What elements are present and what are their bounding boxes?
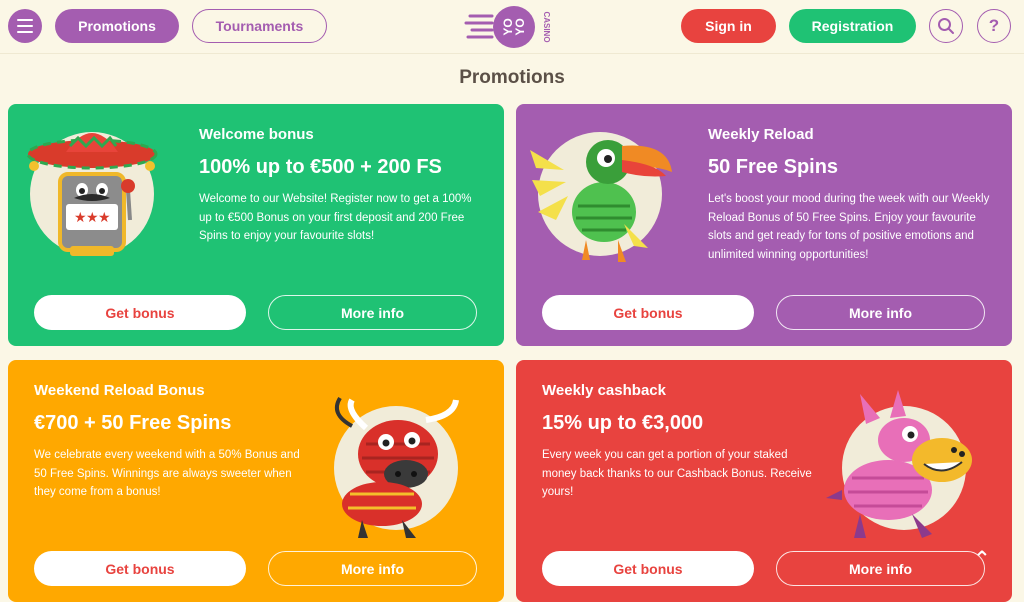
svg-text:★: ★ [86, 210, 99, 226]
nav-promotions-button[interactable]: Promotions [55, 9, 179, 43]
svg-text:★: ★ [74, 210, 87, 226]
bull-pinata-image [334, 396, 459, 538]
promo-subtitle: Weekly cashback [542, 382, 666, 399]
menu-icon[interactable] [8, 9, 42, 43]
search-icon [938, 18, 954, 34]
get-bonus-button[interactable]: Get bonus [34, 295, 246, 330]
promo-description: We celebrate every weekend with a 50% Bo… [34, 449, 300, 498]
promo-headline: 50 Free Spins [708, 156, 839, 178]
top-header: Promotions Tournaments YO YO CASINO Sign… [0, 0, 1024, 54]
more-info-button[interactable]: More info [776, 295, 985, 330]
help-button[interactable]: ? [977, 9, 1011, 43]
mariachi-slot-machine-image: ★ ★ ★ [26, 132, 158, 256]
scroll-to-top-icon[interactable]: ⌃ [970, 546, 994, 570]
page-title: Promotions [459, 67, 565, 88]
promo-card-weekly-cashback: Weekly cashback 15% up to €3,000 Every w… [516, 360, 1012, 602]
donkey-pinata-image [826, 390, 972, 538]
promo-card-welcome: ★ ★ ★ Welcome bonus 100% up to €500 + 20… [8, 104, 504, 346]
svg-text:★: ★ [98, 210, 111, 226]
search-button[interactable] [929, 9, 963, 43]
get-bonus-button[interactable]: Get bonus [34, 551, 246, 586]
promo-headline: 15% up to €3,000 [542, 412, 704, 434]
get-bonus-button[interactable]: Get bonus [542, 551, 754, 586]
logo-subtext: CASINO [542, 11, 551, 42]
more-info-button[interactable]: More info [268, 295, 477, 330]
promo-card-weekend-reload: Weekend Reload Bonus €700 + 50 Free Spin… [8, 360, 504, 602]
nav-tournaments-button[interactable]: Tournaments [192, 9, 327, 43]
logo-text-2: YO [513, 18, 527, 35]
promo-subtitle: Weekly Reload [708, 126, 814, 143]
promo-description: Welcome to our Website! Register now to … [199, 193, 472, 242]
more-info-button[interactable]: More info [268, 551, 477, 586]
get-bonus-button[interactable]: Get bonus [542, 295, 754, 330]
yoyo-casino-logo[interactable]: YO YO CASINO [462, 4, 562, 50]
toucan-pinata-image [530, 132, 672, 262]
more-info-button[interactable]: More info [776, 551, 985, 586]
promo-subtitle: Weekend Reload Bonus [34, 382, 205, 399]
promo-subtitle: Welcome bonus [199, 126, 314, 143]
promo-description: Every week you can get a portion of your… [542, 449, 812, 498]
promo-description: Let's boost your mood during the week wi… [708, 193, 990, 261]
promo-headline: €700 + 50 Free Spins [34, 412, 232, 434]
sign-in-button[interactable]: Sign in [681, 9, 776, 43]
registration-button[interactable]: Registration [789, 9, 916, 43]
promo-headline: 100% up to €500 + 200 FS [199, 156, 442, 178]
promo-card-weekly-reload: Weekly Reload 50 Free Spins Let's boost … [516, 104, 1012, 346]
